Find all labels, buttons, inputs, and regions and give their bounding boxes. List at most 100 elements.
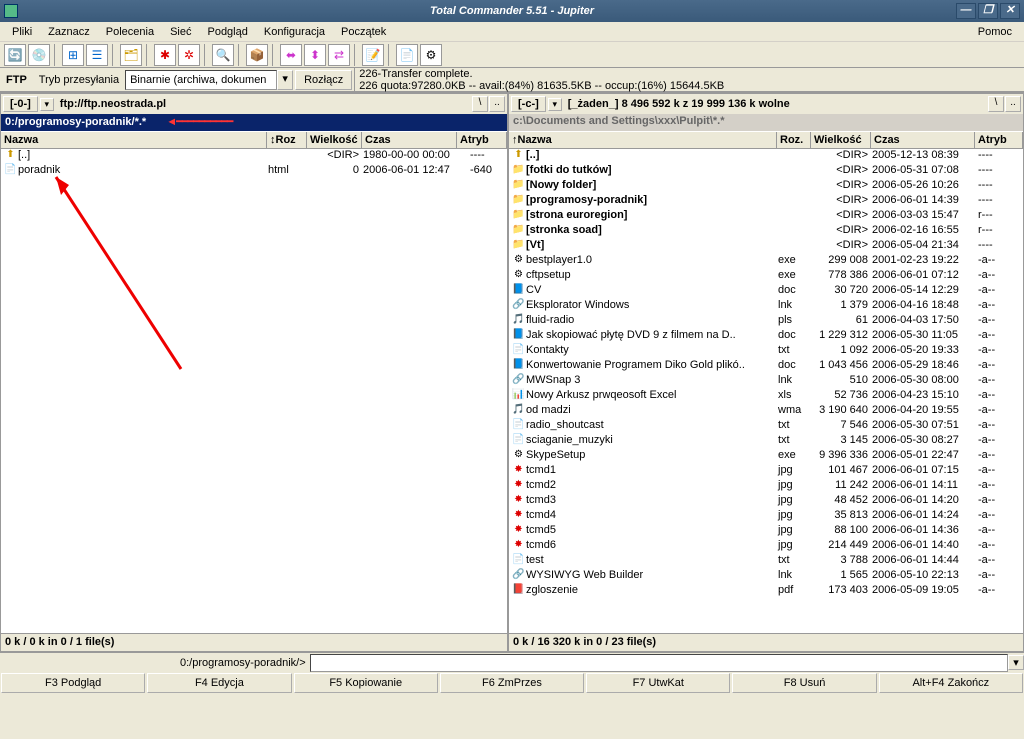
- menu-siec[interactable]: Sieć: [162, 24, 199, 40]
- list-item[interactable]: ⬆[..]<DIR>1980-00-00 00:00----: [1, 149, 507, 164]
- cmdline-input[interactable]: [310, 654, 1008, 672]
- tbtn-refresh[interactable]: 🔄: [4, 44, 26, 66]
- right-drive-btn[interactable]: [-c-]: [511, 96, 546, 112]
- list-item[interactable]: 📁[Nowy folder]<DIR>2006-05-26 10:26----: [509, 179, 1023, 194]
- list-item[interactable]: 📁[Vt]<DIR>2006-05-04 21:34----: [509, 239, 1023, 254]
- menu-pliki[interactable]: Pliki: [4, 24, 40, 40]
- list-item[interactable]: 📁[fotki do tutków]<DIR>2006-05-31 07:08-…: [509, 164, 1023, 179]
- list-item[interactable]: ✸tcmd3jpg48 4522006-06-01 14:20-a--: [509, 494, 1023, 509]
- tbtn-star[interactable]: ✱: [154, 44, 176, 66]
- menu-podglad[interactable]: Podgląd: [199, 24, 255, 40]
- list-item[interactable]: 🔗Eksplorator Windowslnk1 3792006-04-16 1…: [509, 299, 1023, 314]
- list-item[interactable]: 🔗WYSIWYG Web Builderlnk1 5652006-05-10 2…: [509, 569, 1023, 584]
- f5-btn[interactable]: F5 Kopiowanie: [294, 673, 438, 693]
- list-item[interactable]: 🎵fluid-radiopls612006-04-03 17:50-a--: [509, 314, 1023, 329]
- right-drive-drop[interactable]: ▾: [548, 98, 562, 111]
- tbtn-view1[interactable]: ⊞: [62, 44, 84, 66]
- menu-polecenia[interactable]: Polecenia: [98, 24, 162, 40]
- tbtn-cd[interactable]: 💿: [28, 44, 50, 66]
- list-item[interactable]: 📁[strona euroregion]<DIR>2006-03-03 15:4…: [509, 209, 1023, 224]
- tbtn-tool1[interactable]: 📄: [396, 44, 418, 66]
- list-item[interactable]: 🎵od madziwma3 190 6402006-04-20 19:55-a-…: [509, 404, 1023, 419]
- right-col-date[interactable]: Czas: [871, 132, 975, 148]
- list-item[interactable]: ⚙cftpsetupexe778 3862006-06-01 07:12-a--: [509, 269, 1023, 284]
- list-item[interactable]: ⬆[..]<DIR>2005-12-13 08:39----: [509, 149, 1023, 164]
- left-path[interactable]: 0:/programosy-poradnik/*.*◄━━━━━━━━━━: [1, 114, 507, 131]
- list-item[interactable]: ✸tcmd6jpg214 4492006-06-01 14:40-a--: [509, 539, 1023, 554]
- list-item[interactable]: ✸tcmd2jpg11 2422006-06-01 14:11-a--: [509, 479, 1023, 494]
- list-item[interactable]: 📊Nowy Arkusz prwqeosoft Excelxls52 73620…: [509, 389, 1023, 404]
- list-item[interactable]: 📘CVdoc30 7202006-05-14 12:29-a--: [509, 284, 1023, 299]
- left-col-name[interactable]: Nazwa: [1, 132, 267, 148]
- left-col-attr[interactable]: Atryb: [457, 132, 507, 148]
- list-item[interactable]: 📄Kontaktytxt1 0922006-05-20 19:33-a--: [509, 344, 1023, 359]
- tbtn-notepad[interactable]: 📝: [362, 44, 384, 66]
- f3-btn[interactable]: F3 Podgląd: [1, 673, 145, 693]
- list-item[interactable]: ⚙SkypeSetupexe9 396 3362006-05-01 22:47-…: [509, 449, 1023, 464]
- cmdline-drop[interactable]: ▾: [1008, 655, 1024, 670]
- tbtn-tree[interactable]: 🗂: [120, 44, 142, 66]
- left-drive-drop[interactable]: ▾: [40, 98, 54, 111]
- left-nav-up[interactable]: ..: [489, 96, 505, 112]
- right-file-list[interactable]: ⬆[..]<DIR>2005-12-13 08:39----📁[fotki do…: [509, 149, 1023, 633]
- menu-pomoc[interactable]: Pomoc: [970, 24, 1020, 40]
- altf4-btn[interactable]: Alt+F4 Zakończ: [879, 673, 1023, 693]
- ftp-mode-combo[interactable]: Binarnie (archiwa, dokumen: [125, 70, 277, 90]
- right-nav-up[interactable]: ..: [1005, 96, 1021, 112]
- left-nav-root[interactable]: \: [472, 96, 488, 112]
- f8-btn[interactable]: F8 Usuń: [732, 673, 876, 693]
- item-name: tcmd1: [526, 464, 778, 479]
- ftp-mode-drop[interactable]: ▾: [277, 70, 293, 90]
- list-item[interactable]: ✸tcmd5jpg88 1002006-06-01 14:36-a--: [509, 524, 1023, 539]
- menu-zaznacz[interactable]: Zaznacz: [40, 24, 98, 40]
- list-item[interactable]: 📄poradnikhtml02006-06-01 12:47-640: [1, 164, 507, 179]
- left-drive-btn[interactable]: [-0-]: [3, 96, 38, 112]
- item-ext: lnk: [778, 299, 812, 314]
- f7-btn[interactable]: F7 UtwKat: [586, 673, 730, 693]
- maximize-btn[interactable]: ❐: [978, 3, 998, 19]
- tbtn-ftp2[interactable]: ⬍: [304, 44, 326, 66]
- list-item[interactable]: ✸tcmd4jpg35 8132006-06-01 14:24-a--: [509, 509, 1023, 524]
- right-col-header[interactable]: ↑Nazwa Roz. Wielkość Czas Atryb: [509, 131, 1023, 149]
- right-col-name[interactable]: ↑Nazwa: [509, 132, 777, 148]
- tbtn-ftp3[interactable]: ⇄: [328, 44, 350, 66]
- list-item[interactable]: 📄radio_shoutcasttxt7 5462006-05-30 07:51…: [509, 419, 1023, 434]
- tbtn-pack[interactable]: 📦: [246, 44, 268, 66]
- right-col-size[interactable]: Wielkość: [811, 132, 871, 148]
- item-size: 35 813: [812, 509, 872, 524]
- left-file-list[interactable]: ⬆[..]<DIR>1980-00-00 00:00----📄poradnikh…: [1, 149, 507, 633]
- item-size: <DIR>: [812, 194, 872, 209]
- f4-btn[interactable]: F4 Edycja: [147, 673, 291, 693]
- list-item[interactable]: 📄testtxt3 7882006-06-01 14:44-a--: [509, 554, 1023, 569]
- right-path[interactable]: c:\Documents and Settings\xxx\Pulpit\*.*: [509, 114, 1023, 131]
- tbtn-ftp1[interactable]: ⬌: [280, 44, 302, 66]
- ftp-disconnect-btn[interactable]: Rozłącz: [295, 70, 352, 90]
- list-item[interactable]: ⚙bestplayer1.0exe299 0082001-02-23 19:22…: [509, 254, 1023, 269]
- right-col-attr[interactable]: Atryb: [975, 132, 1023, 148]
- tbtn-tool2[interactable]: ⚙: [420, 44, 442, 66]
- menu-poczatek[interactable]: Początek: [333, 24, 394, 40]
- minimize-btn[interactable]: —: [956, 3, 976, 19]
- close-btn[interactable]: ✕: [1000, 3, 1020, 19]
- lnk-icon: 🔗: [511, 569, 526, 584]
- f6-btn[interactable]: F6 ZmPrzes: [440, 673, 584, 693]
- right-nav-root[interactable]: \: [988, 96, 1004, 112]
- menu-konfiguracja[interactable]: Konfiguracja: [256, 24, 333, 40]
- item-ext: [778, 179, 812, 194]
- tbtn-star2[interactable]: ✲: [178, 44, 200, 66]
- left-col-date[interactable]: Czas: [362, 132, 457, 148]
- list-item[interactable]: 📄sciaganie_muzykitxt3 1452006-05-30 08:2…: [509, 434, 1023, 449]
- list-item[interactable]: 📘Jak skopiować płytę DVD 9 z filmem na D…: [509, 329, 1023, 344]
- left-col-size[interactable]: Wielkość: [307, 132, 362, 148]
- left-col-ext[interactable]: ↕Roz: [267, 132, 307, 148]
- tbtn-search[interactable]: 🔍: [212, 44, 234, 66]
- left-col-header[interactable]: Nazwa ↕Roz Wielkość Czas Atryb: [1, 131, 507, 149]
- list-item[interactable]: 🔗MWSnap 3lnk5102006-05-30 08:00-a--: [509, 374, 1023, 389]
- list-item[interactable]: ✸tcmd1jpg101 4672006-06-01 07:15-a--: [509, 464, 1023, 479]
- tbtn-view2[interactable]: ☰: [86, 44, 108, 66]
- list-item[interactable]: 📕zgloszeniepdf173 4032006-05-09 19:05-a-…: [509, 584, 1023, 599]
- list-item[interactable]: 📁[stronka soad]<DIR>2006-02-16 16:55r---: [509, 224, 1023, 239]
- list-item[interactable]: 📘Konwertowanie Programem Diko Gold plikó…: [509, 359, 1023, 374]
- right-col-ext[interactable]: Roz.: [777, 132, 811, 148]
- list-item[interactable]: 📁[programosy-poradnik]<DIR>2006-06-01 14…: [509, 194, 1023, 209]
